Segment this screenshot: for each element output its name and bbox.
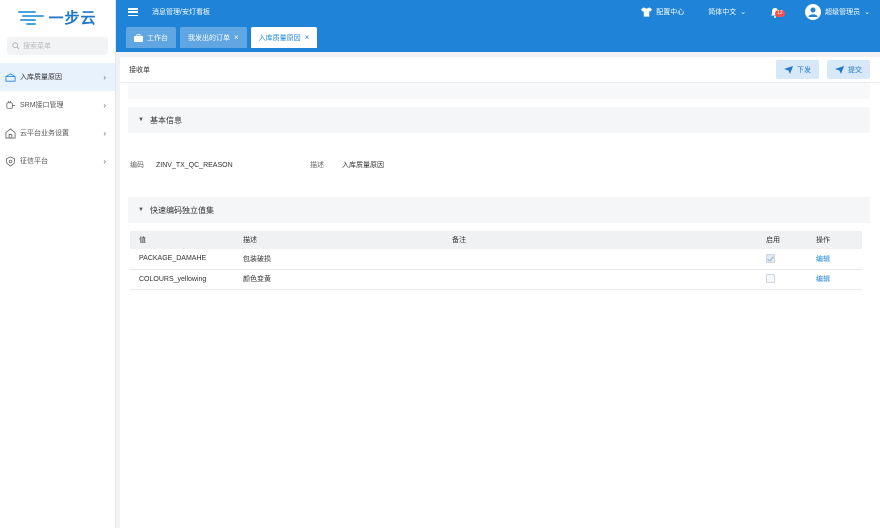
desc-label: 描述 — [310, 162, 324, 169]
chevron-right-icon: › — [103, 156, 106, 166]
search-icon — [12, 42, 20, 50]
toolbar: 接收单 下发 提交 — [120, 57, 880, 83]
value-set-table: 值 描述 备注 启用 操作 PACKAGE_DAMAHE 包装破损 编辑 COL… — [130, 231, 862, 290]
config-center-label: 配置中心 — [656, 9, 685, 16]
top-header: 消息管理/安灯看板 配置中心 简体中文 ⌄ 12 超级管理员 ⌄ 工作台 我发出… — [116, 0, 880, 52]
cell-value: COLOURS_yellowing — [130, 269, 234, 290]
spacer — [128, 83, 870, 99]
sidebar: 一步云 搜索菜单 入库质量原因 › SRM接口管理 › 云平台业务设置 › 征信… — [0, 0, 116, 528]
chevron-right-icon: › — [103, 72, 106, 82]
tab-my-orders[interactable]: 我发出的订单 × — [180, 27, 247, 48]
col-remark: 备注 — [443, 231, 757, 249]
menu-toggle-icon[interactable] — [128, 8, 138, 16]
menu-search-placeholder: 搜索菜单 — [23, 43, 51, 50]
notification-button[interactable]: 12 — [770, 7, 785, 18]
cell-remark — [443, 249, 757, 270]
issue-button-label: 下发 — [797, 66, 811, 74]
enabled-checkbox[interactable] — [766, 254, 775, 263]
sidebar-item-credit[interactable]: 征信平台 › — [0, 147, 115, 175]
chevron-right-icon: › — [103, 128, 106, 138]
page-title: 接收单 — [129, 66, 150, 74]
caret-down-icon: ▼ — [138, 207, 144, 213]
basic-info-header[interactable]: ▼ 基本信息 — [128, 107, 870, 133]
box-icon — [4, 71, 16, 83]
tab-qc-reason[interactable]: 入库质量原因 × — [250, 27, 318, 48]
close-icon[interactable]: × — [305, 33, 310, 42]
tab-label: 我发出的订单 — [188, 34, 230, 42]
col-action: 操作 — [807, 231, 862, 249]
sidebar-item-label: 征信平台 — [20, 158, 48, 165]
desc-value: 入库质量原因 — [342, 162, 384, 169]
menu-search-input[interactable]: 搜索菜单 — [7, 37, 108, 55]
logo-mark-icon — [18, 10, 45, 25]
page-tabs: 工作台 我发出的订单 × 入库质量原因 × — [116, 24, 880, 52]
language-label: 简体中文 — [708, 9, 737, 16]
edit-link[interactable]: 编辑 — [816, 276, 830, 283]
config-center-button[interactable]: 配置中心 — [641, 7, 684, 17]
cell-desc: 颜色变黄 — [234, 269, 443, 290]
check-icon — [767, 255, 774, 262]
shirt-icon — [641, 7, 653, 17]
shield-icon — [4, 155, 16, 167]
tab-label: 工作台 — [147, 34, 168, 42]
code-value: ZINV_TX_QC_REASON — [156, 161, 233, 169]
send-icon — [835, 65, 844, 74]
close-icon[interactable]: × — [234, 33, 239, 42]
enabled-checkbox[interactable] — [766, 273, 775, 283]
code-label: 编码 — [130, 162, 144, 169]
logo-text: 一步云 — [48, 9, 97, 27]
logo[interactable]: 一步云 — [0, 0, 115, 34]
user-menu[interactable]: 超级管理员 ⌄ — [805, 4, 870, 20]
caret-down-icon: ▼ — [138, 117, 144, 123]
cell-remark — [443, 269, 757, 290]
col-value: 值 — [130, 231, 234, 249]
cell-action: 编辑 — [807, 249, 862, 270]
section-title: 基本信息 — [149, 115, 182, 125]
chevron-down-icon: ⌄ — [740, 9, 747, 16]
main-content: 接收单 下发 提交 ▼ 基本信息 编码 ZINV_TX_QC_REASON 描述… — [120, 57, 880, 528]
basic-info-fields: 编码 ZINV_TX_QC_REASON 描述 入库质量原因 — [120, 133, 880, 197]
col-desc: 描述 — [234, 231, 443, 249]
sidebar-item-label: 入库质量原因 — [20, 74, 62, 81]
sidebar-item-label: 云平台业务设置 — [20, 130, 69, 137]
cell-value: PACKAGE_DAMAHE — [130, 249, 234, 270]
sidebar-item-label: SRM接口管理 — [20, 102, 64, 109]
breadcrumb[interactable]: 消息管理/安灯看板 — [152, 7, 617, 17]
sidebar-item-qc-reason[interactable]: 入库质量原因 › — [0, 63, 115, 91]
briefcase-icon — [134, 33, 143, 42]
edit-link[interactable]: 编辑 — [816, 256, 830, 263]
col-enabled: 启用 — [757, 231, 807, 249]
chevron-down-icon: ⌄ — [864, 9, 870, 16]
sidebar-item-cloud-settings[interactable]: 云平台业务设置 › — [0, 119, 115, 147]
submit-button[interactable]: 提交 — [827, 60, 870, 79]
value-set-header[interactable]: ▼ 快速编码独立值集 — [128, 197, 870, 223]
notification-badge: 12 — [775, 9, 785, 17]
table-row: COLOURS_yellowing 颜色变黄 编辑 — [130, 269, 862, 290]
cell-desc: 包装破损 — [234, 249, 443, 270]
bell-icon: 12 — [770, 7, 785, 18]
avatar — [805, 4, 822, 20]
submit-button-label: 提交 — [848, 66, 862, 74]
building-icon — [4, 127, 16, 139]
language-select[interactable]: 简体中文 ⌄ — [708, 7, 746, 17]
username-label: 超级管理员 — [825, 9, 861, 16]
chevron-right-icon: › — [103, 100, 106, 110]
send-icon — [784, 65, 793, 74]
section-title: 快速编码独立值集 — [149, 205, 214, 215]
sidebar-item-srm[interactable]: SRM接口管理 › — [0, 91, 115, 119]
tab-label: 入库质量原因 — [258, 34, 301, 42]
cell-enabled — [757, 269, 807, 290]
cell-enabled — [757, 249, 807, 270]
issue-button[interactable]: 下发 — [776, 60, 819, 79]
table-header-row: 值 描述 备注 启用 操作 — [130, 231, 862, 249]
cell-action: 编辑 — [807, 269, 862, 290]
table-row: PACKAGE_DAMAHE 包装破损 编辑 — [130, 249, 862, 270]
plug-icon — [4, 99, 16, 111]
tab-workbench[interactable]: 工作台 — [126, 27, 176, 48]
